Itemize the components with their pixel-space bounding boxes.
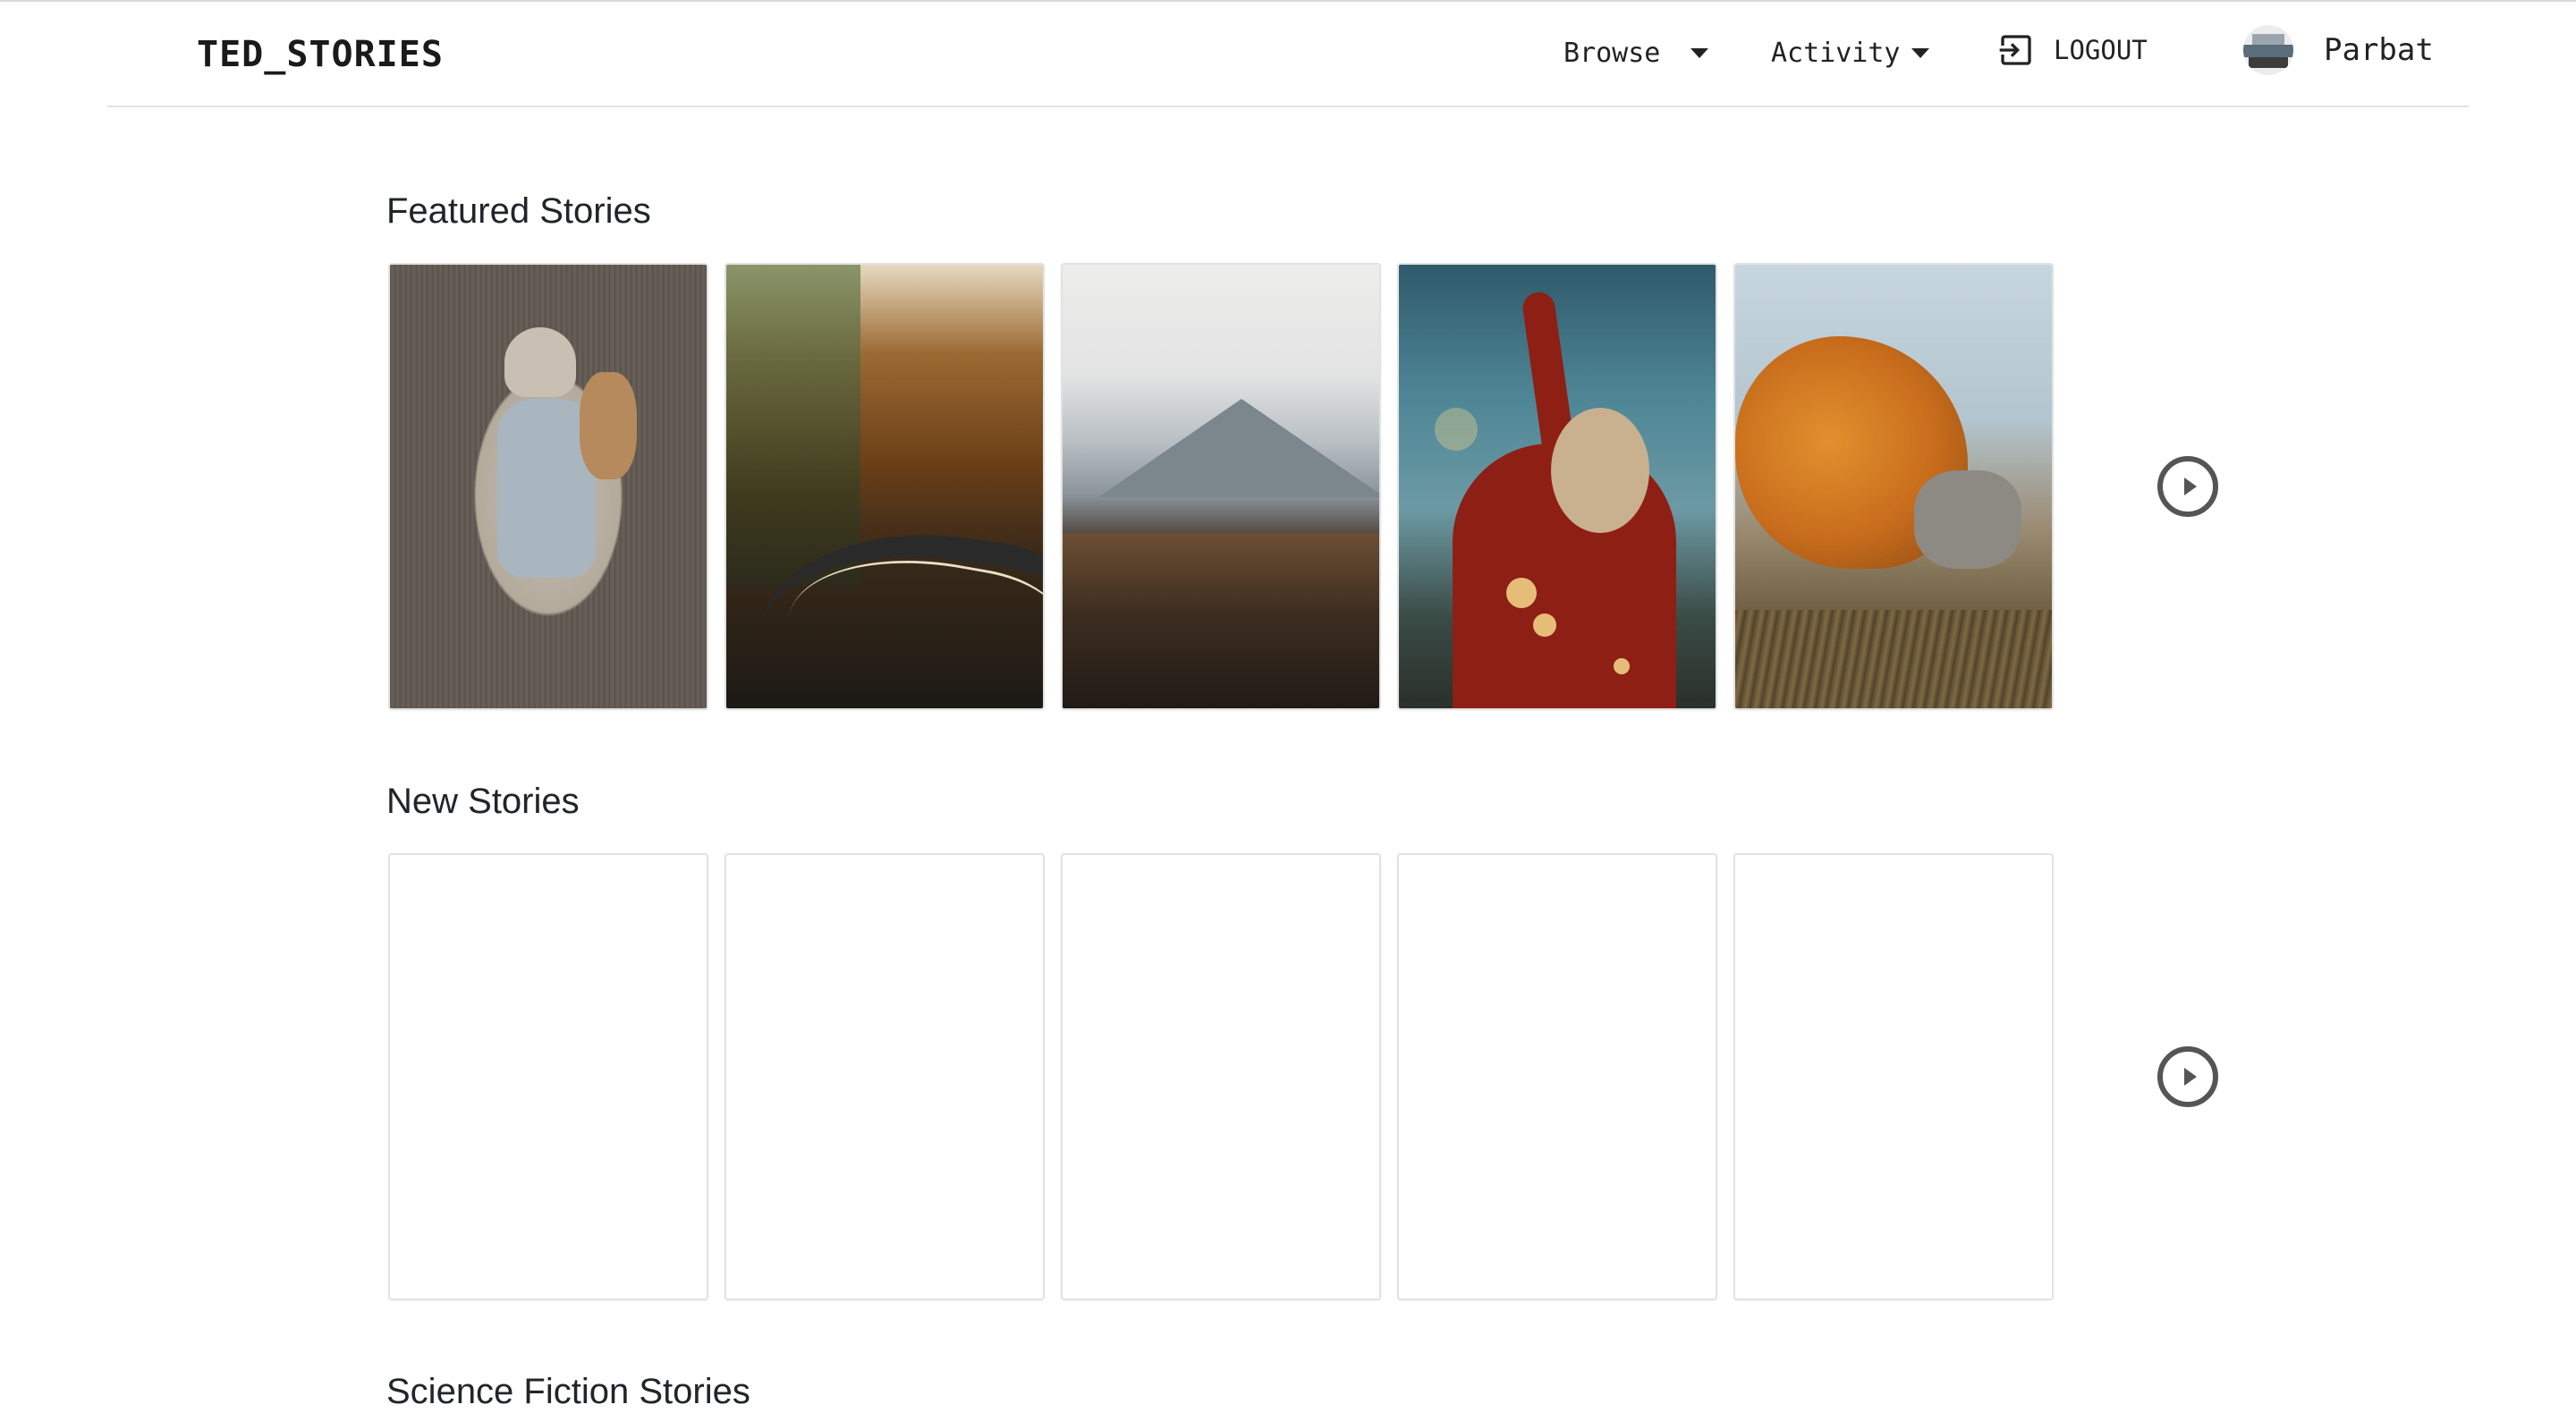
activity-dropdown[interactable]: Activity xyxy=(1771,38,1929,69)
chevron-right-circle-icon xyxy=(2183,478,2197,495)
story-card[interactable] xyxy=(724,263,1045,710)
story-card[interactable] xyxy=(1061,853,1381,1300)
browse-label: Browse xyxy=(1563,38,1661,69)
logout-icon xyxy=(1998,35,2031,65)
story-card[interactable] xyxy=(388,853,708,1300)
story-card[interactable] xyxy=(388,263,708,710)
new-next-button[interactable] xyxy=(2157,1046,2218,1107)
story-card[interactable] xyxy=(724,853,1045,1300)
section-title-featured: Featured Stories xyxy=(386,191,651,231)
story-card[interactable] xyxy=(1733,263,2054,710)
brand-logo[interactable]: TED_STORIES xyxy=(197,34,444,75)
logout-button[interactable]: LOGOUT xyxy=(1998,32,2148,68)
featured-stories-row xyxy=(388,263,2057,710)
chevron-down-icon xyxy=(1690,48,1709,58)
story-card[interactable] xyxy=(1733,853,2054,1300)
logout-label: LOGOUT xyxy=(2054,35,2148,65)
story-cover-image xyxy=(1735,265,2052,708)
story-cover-image xyxy=(726,265,1043,708)
chevron-down-icon xyxy=(1911,48,1929,58)
featured-next-button[interactable] xyxy=(2157,456,2218,517)
section-title-new: New Stories xyxy=(386,782,580,821)
story-cover-image xyxy=(1063,265,1379,708)
chevron-right-circle-icon xyxy=(2183,1068,2197,1086)
story-card[interactable] xyxy=(1061,263,1381,710)
avatar xyxy=(2243,25,2293,75)
story-cover-image xyxy=(390,265,707,708)
user-menu[interactable]: Parbat xyxy=(2243,25,2434,75)
activity-label: Activity xyxy=(1771,38,1901,69)
navbar: TED_STORIES Browse Activity LOGOUT Parba… xyxy=(107,2,2469,107)
story-cover-image xyxy=(1399,265,1716,708)
browse-dropdown[interactable]: Browse xyxy=(1563,38,1709,69)
story-card[interactable] xyxy=(1397,263,1717,710)
new-stories-row xyxy=(388,853,2057,1300)
story-card[interactable] xyxy=(1397,853,1717,1300)
username: Parbat xyxy=(2324,32,2434,68)
section-title-science-fiction: Science Fiction Stories xyxy=(386,1372,750,1411)
